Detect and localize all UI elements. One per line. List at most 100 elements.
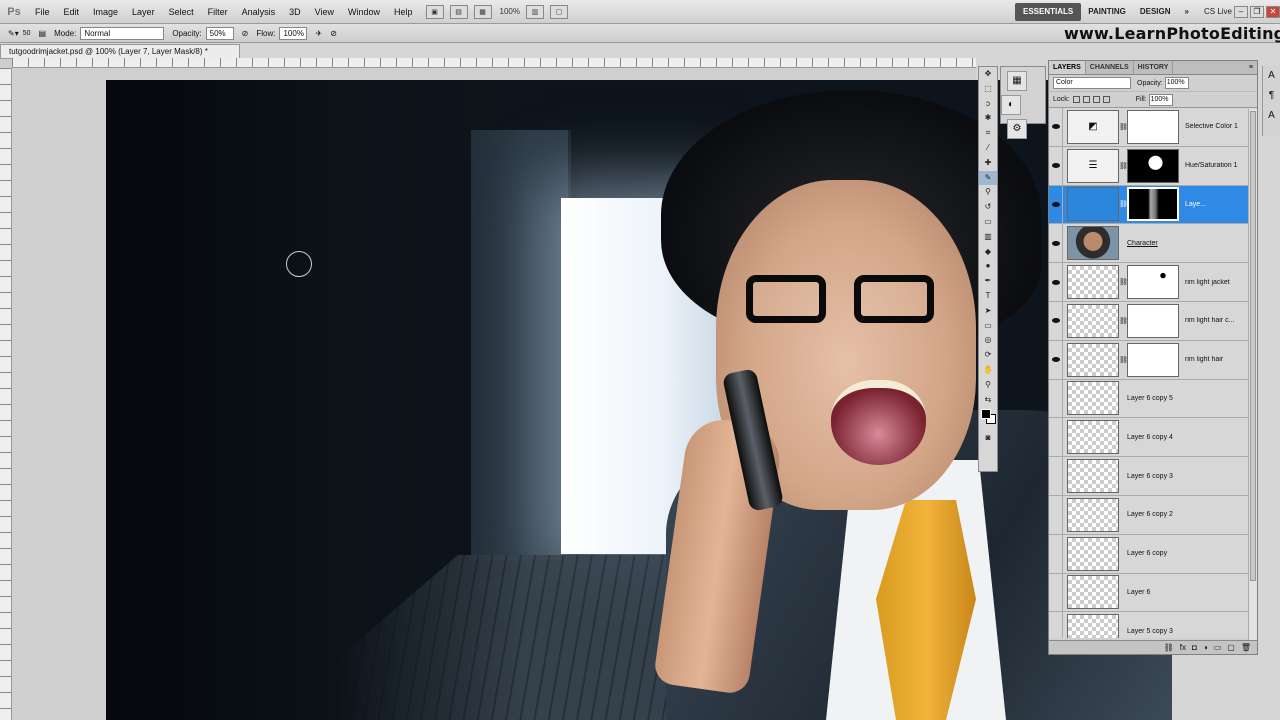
menu-analysis[interactable]: Analysis: [235, 7, 283, 17]
layer-thumbnail[interactable]: [1067, 265, 1119, 300]
layer-mask-thumbnail[interactable]: [1127, 342, 1179, 377]
eraser-tool-icon[interactable]: ▭: [979, 215, 997, 230]
menu-window[interactable]: Window: [341, 7, 387, 17]
eye-icon[interactable]: [1049, 146, 1063, 185]
healing-brush-tool-icon[interactable]: ✚: [979, 156, 997, 171]
layer-row[interactable]: Character: [1049, 224, 1257, 264]
layer-row[interactable]: Layer 6 copy 3: [1049, 457, 1257, 496]
layer-row[interactable]: Layer 5 copy 3: [1049, 612, 1257, 638]
workspace-painting-button[interactable]: PAINTING: [1081, 7, 1133, 16]
menu-3d[interactable]: 3D: [282, 7, 308, 17]
layer-row-selected[interactable]: ⛓ Laye...: [1049, 185, 1257, 225]
visibility-toggle[interactable]: [1049, 418, 1063, 457]
restore-icon[interactable]: ❐: [1250, 5, 1264, 18]
menu-edit[interactable]: Edit: [57, 7, 87, 17]
link-icon[interactable]: ⛓: [1119, 356, 1128, 364]
layer-row[interactable]: Layer 6 copy 2: [1049, 495, 1257, 535]
character-panel-icon[interactable]: A: [1263, 66, 1280, 86]
3d-rotate-tool-icon[interactable]: ◎: [979, 333, 997, 348]
eye-icon[interactable]: [1049, 340, 1063, 379]
screen-mode-icon[interactable]: ▢: [549, 4, 568, 19]
link-icon[interactable]: ⛓: [1119, 162, 1128, 170]
layer-mask-thumbnail[interactable]: [1127, 109, 1179, 144]
link-icon[interactable]: ⛓: [1119, 317, 1128, 325]
arrange-documents-icon[interactable]: ▥: [525, 4, 544, 19]
menu-filter[interactable]: Filter: [201, 7, 235, 17]
color-swatches[interactable]: [979, 407, 997, 431]
visibility-toggle[interactable]: [1049, 457, 1063, 495]
menu-help[interactable]: Help: [387, 7, 420, 17]
link-icon[interactable]: ⛓: [1119, 278, 1128, 286]
layer-thumbnail[interactable]: [1067, 459, 1119, 494]
visibility-toggle[interactable]: [1049, 379, 1063, 418]
visibility-toggle[interactable]: [1049, 612, 1063, 638]
new-adjustment-icon[interactable]: ◑: [1203, 643, 1208, 652]
layer-style-icon[interactable]: fx: [1180, 643, 1186, 652]
brush-size-picker[interactable]: 50: [23, 30, 31, 37]
blend-mode-select[interactable]: Color: [1053, 77, 1131, 89]
clone-stamp-tool-icon[interactable]: ⚲: [979, 185, 997, 200]
panel-menu-icon[interactable]: ≡: [1245, 61, 1257, 74]
foreground-color-swatch[interactable]: [981, 409, 991, 420]
pressure-opacity-icon[interactable]: ⊘: [242, 29, 249, 38]
cs-live-button[interactable]: CS Live: [1204, 7, 1232, 16]
gradient-tool-icon[interactable]: ▥: [979, 230, 997, 245]
type-panel-icon[interactable]: A: [1263, 106, 1280, 126]
zoom-tool-icon[interactable]: ⚲: [979, 378, 997, 393]
crop-tool-icon[interactable]: ⌗: [979, 126, 997, 141]
layer-thumbnail[interactable]: [1067, 614, 1119, 638]
mini-bridge-icon[interactable]: ▤: [449, 4, 468, 19]
default-colors-icon[interactable]: ⇆: [979, 393, 997, 408]
layer-mask-thumbnail[interactable]: [1127, 148, 1179, 183]
layer-thumbnail[interactable]: [1067, 381, 1119, 416]
eyedropper-tool-icon[interactable]: ⁄: [979, 141, 997, 156]
menu-select[interactable]: Select: [162, 7, 201, 17]
layer-thumbnail[interactable]: [1067, 342, 1119, 377]
link-layers-icon[interactable]: ⛓: [1164, 643, 1174, 652]
image-canvas[interactable]: [106, 80, 1172, 720]
scrollbar-thumb[interactable]: [1250, 111, 1256, 581]
layer-thumbnail[interactable]: [1067, 187, 1119, 222]
eye-icon[interactable]: [1049, 224, 1063, 263]
eye-icon[interactable]: [1049, 108, 1063, 146]
layer-mask-thumbnail[interactable]: [1127, 303, 1179, 338]
marquee-tool-icon[interactable]: ⬚: [979, 82, 997, 97]
dodge-tool-icon[interactable]: ●: [979, 259, 997, 274]
lock-position-icon[interactable]: [1092, 96, 1100, 103]
hand-tool-icon[interactable]: ✋: [979, 363, 997, 378]
brush-tool-icon[interactable]: ✎: [979, 170, 997, 186]
layer-row[interactable]: Layer 6 copy 5: [1049, 379, 1257, 419]
layers-scrollbar[interactable]: [1248, 109, 1257, 641]
lock-all-icon[interactable]: [1102, 96, 1110, 103]
zoom-level-select[interactable]: 100%: [500, 7, 520, 16]
delete-layer-icon[interactable]: 🗑: [1241, 643, 1251, 652]
eye-icon[interactable]: [1049, 301, 1063, 340]
more-workspaces-icon[interactable]: »: [1178, 7, 1196, 16]
visibility-toggle[interactable]: [1049, 495, 1063, 534]
layer-thumbnail[interactable]: [1067, 303, 1119, 338]
extras-icon[interactable]: ▦: [473, 4, 492, 19]
new-group-icon[interactable]: ▭: [1214, 643, 1222, 652]
lasso-tool-icon[interactable]: ↄ: [979, 97, 997, 112]
visibility-toggle[interactable]: [1049, 573, 1063, 612]
layer-row[interactable]: Layer 6 copy 4: [1049, 418, 1257, 458]
history-brush-tool-icon[interactable]: ↺: [979, 200, 997, 215]
bridge-icon[interactable]: ▣: [425, 4, 444, 19]
type-tool-icon[interactable]: T: [979, 289, 997, 304]
fill-input[interactable]: 100%: [1148, 93, 1173, 106]
histogram-panel-icon[interactable]: ▦: [1007, 71, 1027, 91]
blur-tool-icon[interactable]: ◆: [979, 245, 997, 260]
path-selection-tool-icon[interactable]: ➤: [979, 304, 997, 319]
paragraph-panel-icon[interactable]: ¶: [1263, 86, 1280, 106]
tab-history[interactable]: HISTORY: [1134, 61, 1174, 74]
adjustments-panel-icon[interactable]: ⚙: [1007, 119, 1027, 139]
layer-thumbnail[interactable]: [1067, 497, 1119, 532]
move-tool-icon[interactable]: ✥: [979, 67, 997, 82]
layer-row[interactable]: ⛓ rim light hair: [1049, 340, 1257, 380]
link-icon[interactable]: ⛓: [1119, 123, 1128, 131]
3d-orbit-tool-icon[interactable]: ⟳: [979, 348, 997, 363]
layer-row[interactable]: ⛓ rim light hair c...: [1049, 301, 1257, 341]
smart-object-thumbnail[interactable]: [1067, 226, 1119, 261]
layer-mask-thumbnail[interactable]: [1127, 187, 1179, 222]
brush-panel-toggle-icon[interactable]: ▤: [39, 29, 47, 38]
